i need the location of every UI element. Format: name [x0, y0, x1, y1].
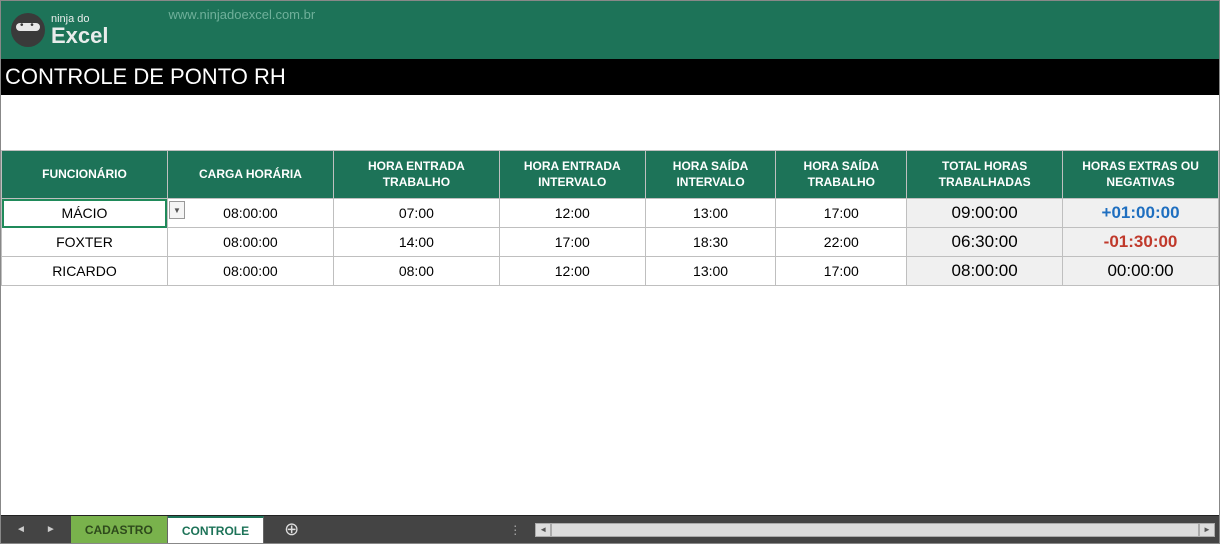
cell-entrada_trab[interactable]: 14:00	[333, 228, 499, 257]
cell-funcionario[interactable]: RICARDO	[2, 257, 168, 286]
logo: ninja do Excel	[11, 13, 109, 47]
cell-entrada_trab[interactable]: 08:00	[333, 257, 499, 286]
scroll-track[interactable]	[551, 523, 1199, 537]
cell-total: 08:00:00	[907, 257, 1063, 286]
spacer	[1, 95, 1219, 150]
cell-total: 06:30:00	[907, 228, 1063, 257]
site-url: www.ninjadoexcel.com.br	[169, 7, 316, 22]
tab-cadastro[interactable]: CADASTRO	[71, 516, 168, 543]
th-entrada-trab: HORA ENTRADA TRABALHO	[333, 151, 499, 199]
header-bar: ninja do Excel www.ninjadoexcel.com.br	[1, 1, 1219, 61]
th-entrada-int: HORA ENTRADA INTERVALO	[499, 151, 645, 199]
table-row: RICARDO08:00:0008:0012:0013:0017:0008:00…	[2, 257, 1219, 286]
th-saida-trab: HORA SAÍDA TRABALHO	[776, 151, 907, 199]
cell-extras: +01:00:00	[1063, 199, 1219, 228]
timesheet-table: FUNCIONÁRIO CARGA HORÁRIA HORA ENTRADA T…	[1, 150, 1219, 286]
cell-saida_int[interactable]: 13:00	[645, 257, 776, 286]
cell-saida_trab[interactable]: 17:00	[776, 199, 907, 228]
table-row: MÁCIO▼08:00:0007:0012:0013:0017:0009:00:…	[2, 199, 1219, 228]
th-extras: HORAS EXTRAS OU NEGATIVAS	[1063, 151, 1219, 199]
cell-saida_trab[interactable]: 22:00	[776, 228, 907, 257]
page-title: CONTROLE DE PONTO RH	[1, 61, 1219, 95]
cell-saida_int[interactable]: 18:30	[645, 228, 776, 257]
tab-controle[interactable]: CONTROLE	[168, 516, 264, 543]
cell-carga[interactable]: 08:00:00	[167, 257, 333, 286]
th-carga: CARGA HORÁRIA	[167, 151, 333, 199]
cell-carga[interactable]: 08:00:00	[167, 228, 333, 257]
th-total: TOTAL HORAS TRABALHADAS	[907, 151, 1063, 199]
cell-saida_trab[interactable]: 17:00	[776, 257, 907, 286]
cell-carga[interactable]: 08:00:00	[167, 199, 333, 228]
cell-entrada_int[interactable]: 12:00	[499, 257, 645, 286]
ninja-icon	[11, 13, 45, 47]
horizontal-scrollbar[interactable]: ◄ ►	[531, 516, 1219, 543]
sheet-nav-arrows[interactable]: ◄ ►	[1, 516, 71, 543]
th-saida-int: HORA SAÍDA INTERVALO	[645, 151, 776, 199]
cell-extras: -01:30:00	[1063, 228, 1219, 257]
cell-entrada_int[interactable]: 12:00	[499, 199, 645, 228]
table-row: FOXTER08:00:0014:0017:0018:3022:0006:30:…	[2, 228, 1219, 257]
table-header-row: FUNCIONÁRIO CARGA HORÁRIA HORA ENTRADA T…	[2, 151, 1219, 199]
cell-saida_int[interactable]: 13:00	[645, 199, 776, 228]
nav-next-icon[interactable]: ►	[46, 524, 56, 535]
sheet-tab-bar: ◄ ► CADASTRO CONTROLE ⊕ ⋮ ◄ ►	[1, 515, 1219, 543]
cell-funcionario[interactable]: FOXTER	[2, 228, 168, 257]
add-sheet-button[interactable]: ⊕	[264, 516, 319, 543]
scroll-right-icon[interactable]: ►	[1199, 523, 1215, 537]
cell-total: 09:00:00	[907, 199, 1063, 228]
cell-funcionario[interactable]: MÁCIO▼	[2, 199, 168, 228]
logo-text: ninja do Excel	[51, 14, 109, 47]
tab-resize-grip[interactable]: ⋮	[499, 516, 531, 543]
cell-entrada_int[interactable]: 17:00	[499, 228, 645, 257]
cell-entrada_trab[interactable]: 07:00	[333, 199, 499, 228]
dropdown-icon[interactable]: ▼	[169, 201, 185, 219]
scroll-left-icon[interactable]: ◄	[535, 523, 551, 537]
cell-extras: 00:00:00	[1063, 257, 1219, 286]
logo-big: Excel	[51, 25, 109, 47]
th-funcionario: FUNCIONÁRIO	[2, 151, 168, 199]
nav-prev-icon[interactable]: ◄	[16, 524, 26, 535]
